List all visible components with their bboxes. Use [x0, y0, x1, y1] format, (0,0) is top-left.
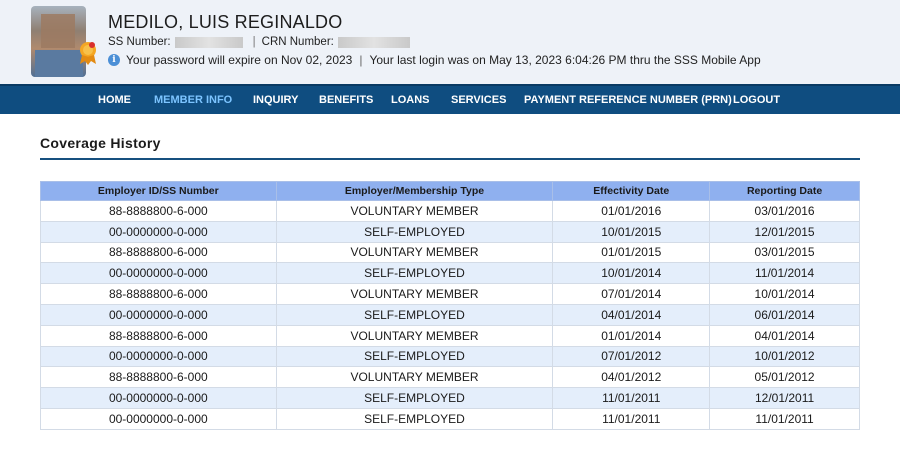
column-header-reporting-date: Reporting Date — [709, 181, 860, 201]
reporting-date-cell: 10/01/2014 — [709, 283, 860, 305]
ss-number-masked — [174, 36, 243, 48]
table-row: 00-0000000-0-000 SELF-EMPLOYED 10/01/2015 1… — [40, 220, 860, 243]
page-title: Coverage History — [40, 135, 161, 151]
membership-type-cell: VOLUNTARY MEMBER — [275, 200, 554, 222]
nav-benefits[interactable]: BENEFITS — [319, 86, 373, 114]
member-name: MEDILO, LUIS REGINALDO — [108, 12, 343, 32]
column-header-effectivity-date: Effectivity Date — [552, 181, 711, 201]
table-body: 88-8888800-6-000 VOLUNTARY MEMBER 01/01/20… — [40, 200, 860, 430]
employer-id-cell: 00-0000000-0-000 — [40, 407, 277, 430]
column-header-membership-type: Employer/Membership Type — [275, 181, 554, 201]
employer-id-cell: 88-8888800-6-000 — [40, 366, 277, 389]
reporting-date-cell: 11/01/2014 — [709, 262, 860, 285]
column-header-employer-id: Employer ID/SS Number — [40, 181, 277, 201]
effectivity-date-cell: 04/01/2012 — [552, 366, 711, 389]
effectivity-date-cell: 11/01/2011 — [552, 387, 711, 409]
table-row: 88-8888800-6-000 VOLUNTARY MEMBER 01/01/20… — [40, 241, 860, 264]
membership-type-cell: VOLUNTARY MEMBER — [275, 366, 554, 389]
nav-services[interactable]: SERVICES — [451, 86, 506, 114]
table-row: 88-8888800-6-000 VOLUNTARY MEMBER 01/01/20… — [40, 200, 860, 222]
employer-id-cell: 00-0000000-0-000 — [40, 220, 277, 243]
effectivity-date-cell: 07/01/2014 — [552, 283, 711, 305]
reporting-date-cell: 05/01/2012 — [709, 366, 860, 389]
reporting-date-cell: 03/01/2016 — [709, 200, 860, 222]
employer-id-cell: 88-8888800-6-000 — [40, 283, 277, 305]
membership-type-cell: SELF-EMPLOYED — [275, 407, 554, 430]
table-row: 88-8888800-6-000 VOLUNTARY MEMBER 04/01/20… — [40, 366, 860, 389]
employer-id-cell: 00-0000000-0-000 — [40, 303, 277, 326]
reporting-date-cell: 11/01/2011 — [709, 407, 860, 430]
reporting-date-cell: 04/01/2014 — [709, 324, 860, 347]
crn-number-masked — [337, 36, 410, 48]
main-nav: HOME MEMBER INFO INQUIRY BENEFITS LOANS … — [0, 84, 900, 114]
nav-loans[interactable]: LOANS — [391, 86, 430, 114]
nav-home[interactable]: HOME — [98, 86, 131, 114]
notice-separator: | — [359, 53, 363, 67]
table-header-row: Employer ID/SS Number Employer/Membershi… — [40, 181, 860, 201]
table-row: 00-0000000-0-000 SELF-EMPLOYED 11/01/2011 1… — [40, 407, 860, 430]
membership-type-cell: VOLUNTARY MEMBER — [275, 324, 554, 347]
effectivity-date-cell: 11/01/2011 — [552, 407, 711, 430]
password-expiry-notice: Your password will expire on Nov 02, 202… — [126, 53, 353, 67]
effectivity-date-cell: 04/01/2014 — [552, 303, 711, 326]
reporting-date-cell: 03/01/2015 — [709, 241, 860, 264]
employer-id-cell: 88-8888800-6-000 — [40, 200, 277, 222]
membership-type-cell: SELF-EMPLOYED — [275, 220, 554, 243]
effectivity-date-cell: 10/01/2015 — [552, 220, 711, 243]
membership-type-cell: SELF-EMPLOYED — [275, 262, 554, 285]
last-login-notice: Your last login was on May 13, 2023 6:04… — [369, 53, 761, 67]
nav-logout[interactable]: LOGOUT — [733, 86, 780, 114]
employer-id-cell: 00-0000000-0-000 — [40, 387, 277, 409]
nav-member-info[interactable]: MEMBER INFO — [154, 86, 232, 114]
info-icon: i — [108, 54, 120, 66]
membership-type-cell: VOLUNTARY MEMBER — [275, 241, 554, 264]
reporting-date-cell: 06/01/2014 — [709, 303, 860, 326]
employer-id-cell: 88-8888800-6-000 — [40, 241, 277, 264]
effectivity-date-cell: 01/01/2015 — [552, 241, 711, 264]
employer-id-cell: 88-8888800-6-000 — [40, 324, 277, 347]
table-row: 00-0000000-0-000 SELF-EMPLOYED 11/01/2011 1… — [40, 387, 860, 409]
crn-number-label: CRN Number: — [261, 36, 334, 48]
coverage-history-table: Employer ID/SS Number Employer/Membershi… — [40, 181, 860, 430]
reporting-date-cell: 12/01/2011 — [709, 387, 860, 409]
effectivity-date-cell: 10/01/2014 — [552, 262, 711, 285]
account-notice: i Your password will expire on Nov 02, 2… — [108, 53, 761, 67]
nav-payment-reference-number[interactable]: PAYMENT REFERENCE NUMBER (PRN) — [524, 86, 732, 114]
membership-type-cell: SELF-EMPLOYED — [275, 303, 554, 326]
membership-type-cell: SELF-EMPLOYED — [275, 387, 554, 409]
table-row: 00-0000000-0-000 SELF-EMPLOYED 10/01/2014 1… — [40, 262, 860, 285]
table-row: 00-0000000-0-000 SELF-EMPLOYED 07/01/2012 1… — [40, 345, 860, 368]
ss-number-label: SS Number: — [108, 36, 171, 48]
employer-id-cell: 00-0000000-0-000 — [40, 345, 277, 368]
table-row: 88-8888800-6-000 VOLUNTARY MEMBER 01/01/20… — [40, 324, 860, 347]
reporting-date-cell: 12/01/2015 — [709, 220, 860, 243]
membership-type-cell: SELF-EMPLOYED — [275, 345, 554, 368]
member-ids: SS Number: | CRN Number: — [108, 36, 414, 48]
employer-id-cell: 00-0000000-0-000 — [40, 262, 277, 285]
effectivity-date-cell: 07/01/2012 — [552, 345, 711, 368]
table-row: 00-0000000-0-000 SELF-EMPLOYED 04/01/2014 0… — [40, 303, 860, 326]
reporting-date-cell: 10/01/2012 — [709, 345, 860, 368]
award-badge-icon — [80, 42, 96, 65]
nav-inquiry[interactable]: INQUIRY — [253, 86, 298, 114]
title-divider — [40, 158, 860, 160]
effectivity-date-cell: 01/01/2014 — [552, 324, 711, 347]
id-separator: | — [252, 36, 256, 48]
membership-type-cell: VOLUNTARY MEMBER — [275, 283, 554, 305]
table-row: 88-8888800-6-000 VOLUNTARY MEMBER 07/01/20… — [40, 283, 860, 305]
effectivity-date-cell: 01/01/2016 — [552, 200, 711, 222]
member-header: MEDILO, LUIS REGINALDO SS Number: | CRN … — [0, 0, 900, 84]
